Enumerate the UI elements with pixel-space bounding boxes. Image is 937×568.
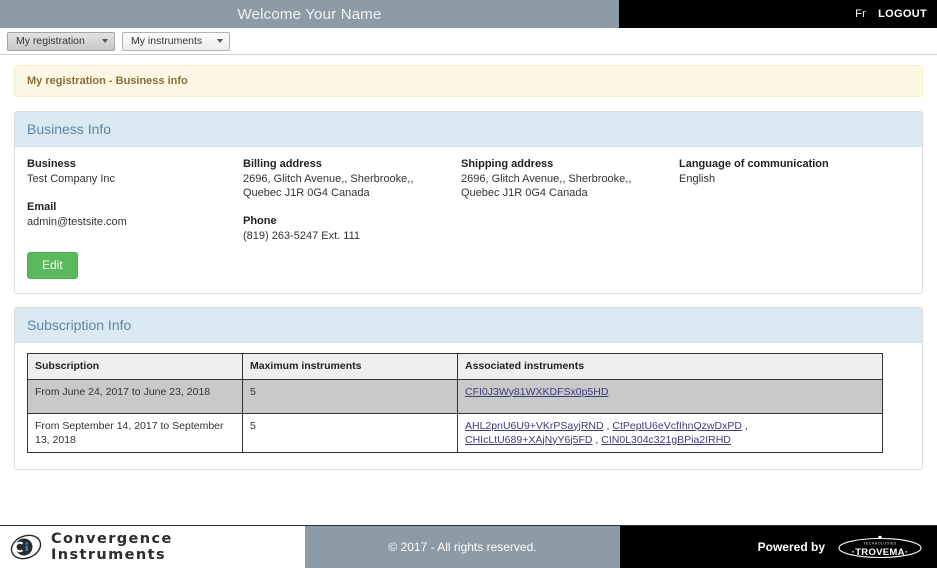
instrument-link[interactable]: CIN0L304c321gBPia2IRHD	[601, 434, 731, 446]
instrument-link[interactable]: CHIcLtU689+XAjNyY6j5FD	[465, 434, 593, 446]
footer-brand-line2: Instruments	[51, 547, 166, 563]
business-column: Business Test Company Inc Email admin@te…	[27, 158, 243, 243]
column-header-associated-instruments: Associated instruments	[457, 353, 883, 380]
svg-text:TECHNOLOGIES: TECHNOLOGIES	[863, 542, 897, 546]
billing-address-value: 2696, Glitch Avenue,, Sherbrooke,, Quebe…	[243, 173, 414, 199]
nav-item-my-registration[interactable]: My registration	[7, 31, 115, 51]
convergence-instruments-logo-icon	[10, 531, 42, 563]
shipping-address-label: Shipping address	[461, 158, 554, 170]
instrument-link[interactable]: CFI0J3Wy81WXKDFSx0p5HD	[465, 386, 608, 398]
cell-associated-instruments: CFI0J3Wy81WXKDFSx0p5HD	[457, 378, 883, 414]
cell-maximum-instruments: 5	[242, 378, 458, 414]
business-info-grid: Business Test Company Inc Email admin@te…	[27, 158, 910, 243]
billing-column: Billing address 2696, Glitch Avenue,, Sh…	[243, 158, 461, 243]
business-info-title: Business Info	[15, 112, 922, 147]
welcome-banner: Welcome Your Name	[0, 0, 620, 28]
table-row: From September 14, 2017 to September 13,…	[27, 412, 883, 453]
business-info-body: Business Test Company Inc Email admin@te…	[15, 147, 922, 293]
column-header-maximum-instruments: Maximum instruments	[242, 353, 458, 380]
nav-item-my-registration-label: My registration	[16, 35, 85, 47]
cell-subscription-period: From June 24, 2017 to June 23, 2018	[27, 378, 243, 414]
language-label: Language of communication	[679, 158, 829, 170]
edit-button[interactable]: Edit	[27, 252, 78, 280]
footer-brand-text: Convergence Instruments	[51, 531, 173, 563]
nav-item-my-instruments[interactable]: My instruments	[122, 31, 230, 51]
main-navigation: My registration My instruments	[0, 28, 937, 55]
footer-brand: Convergence Instruments	[0, 526, 305, 568]
footer-copyright: © 2017 - All rights reserved.	[305, 526, 620, 568]
subscription-table-head: Subscription Maximum instruments Associa…	[27, 353, 883, 380]
phone-label: Phone	[243, 214, 277, 227]
email-value: admin@testsite.com	[27, 215, 127, 228]
table-header-row: Subscription Maximum instruments Associa…	[27, 353, 883, 380]
shipping-address-value: 2696, Glitch Avenue,, Sherbrooke,, Quebe…	[461, 173, 632, 199]
language-switch-link[interactable]: Fr	[855, 8, 866, 20]
footer-brand-line1: Convergence	[51, 530, 173, 547]
table-row: From June 24, 2017 to June 23, 2018 5 CF…	[27, 378, 883, 414]
page-content: My registration - Business info Business…	[0, 55, 937, 552]
subscription-info-panel: Subscription Info Subscription Maximum i…	[14, 307, 923, 470]
footer-powered-by: Powered by TECHNOLOGIES ·TROVEMA·	[620, 526, 937, 568]
subscription-table-body: From June 24, 2017 to June 23, 2018 5 CF…	[27, 378, 883, 453]
language-column: Language of communication English	[679, 158, 889, 243]
business-value: Test Company Inc	[27, 173, 116, 185]
separator: ,	[592, 433, 602, 446]
billing-address-label: Billing address	[243, 158, 322, 170]
trovema-logo-icon: TECHNOLOGIES ·TROVEMA·	[837, 532, 923, 562]
instrument-link[interactable]: AHL2pnU6U9+VKrPSayjRND	[465, 420, 604, 432]
top-bar-actions: Fr LOGOUT	[620, 0, 937, 28]
subscription-table: Subscription Maximum instruments Associa…	[27, 353, 883, 453]
breadcrumb: My registration - Business info	[14, 65, 923, 97]
instrument-link[interactable]: CtPeptU6eVcfIhnQzwDxPD	[612, 420, 742, 432]
svg-text:·TROVEMA·: ·TROVEMA·	[852, 547, 909, 558]
top-bar: Welcome Your Name Fr LOGOUT	[0, 0, 937, 28]
logout-link[interactable]: LOGOUT	[878, 8, 927, 20]
cell-associated-instruments: AHL2pnU6U9+VKrPSayjRND , CtPeptU6eVcfIhn…	[457, 412, 883, 453]
chevron-down-icon	[217, 39, 223, 43]
cell-maximum-instruments: 5	[242, 412, 458, 453]
language-value: English	[679, 173, 716, 185]
subscription-info-title: Subscription Info	[15, 308, 922, 344]
shipping-column: Shipping address 2696, Glitch Avenue,, S…	[461, 158, 679, 243]
page-footer: Convergence Instruments © 2017 - All rig…	[0, 525, 937, 568]
column-header-subscription: Subscription	[27, 353, 243, 380]
phone-value: (819) 263-5247 Ext. 111	[243, 229, 361, 242]
subscription-table-wrapper: Subscription Maximum instruments Associa…	[15, 343, 922, 469]
business-label: Business	[27, 158, 76, 170]
cell-subscription-period: From September 14, 2017 to September 13,…	[27, 412, 243, 453]
chevron-down-icon	[102, 39, 108, 43]
business-info-panel: Business Info Business Test Company Inc …	[14, 111, 923, 295]
separator: ,	[741, 419, 748, 432]
email-label: Email	[27, 200, 57, 213]
powered-by-label: Powered by	[757, 540, 825, 554]
nav-item-my-instruments-label: My instruments	[131, 35, 203, 47]
